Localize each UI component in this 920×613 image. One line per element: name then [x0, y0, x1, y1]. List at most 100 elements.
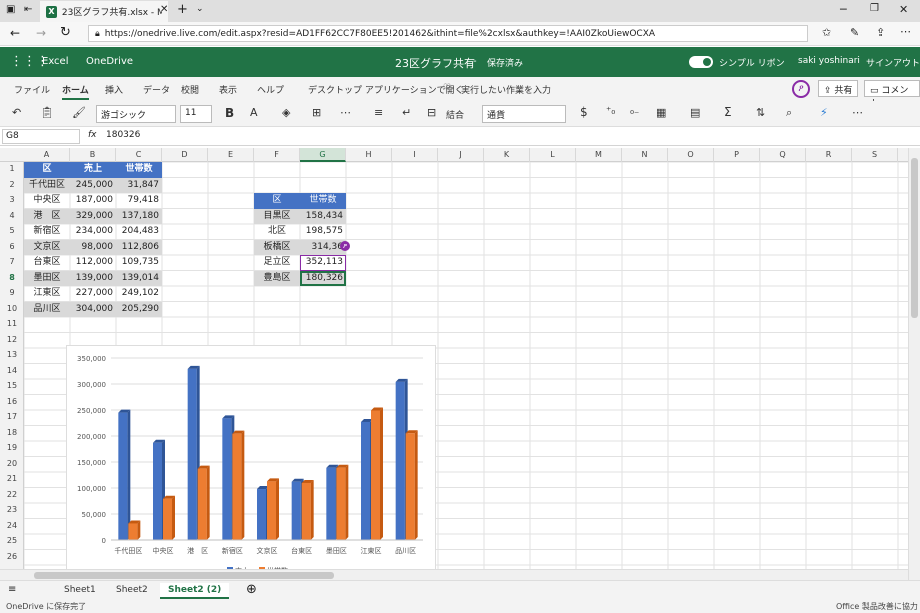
row-header[interactable]: 10 — [0, 304, 24, 313]
cell[interactable]: 205,290 — [116, 301, 162, 317]
cell[interactable]: 千代田区 — [24, 177, 70, 193]
sort-filter-icon[interactable]: ⇅ — [756, 106, 765, 119]
merge-icon[interactable]: ⊟ — [427, 106, 436, 119]
column-header[interactable]: L — [530, 148, 576, 162]
row-header[interactable]: 12 — [0, 335, 24, 344]
row-header[interactable]: 17 — [0, 412, 24, 421]
row-header[interactable]: 24 — [0, 521, 24, 530]
open-desktop-app[interactable]: デスクトップ アプリケーションで開く — [308, 83, 464, 96]
tab-data[interactable]: データ — [143, 83, 170, 96]
fill-color-icon[interactable]: ◈ — [282, 106, 290, 119]
ideas-icon[interactable]: ⚡︎ — [820, 106, 828, 119]
undo-icon[interactable]: ↶ — [12, 106, 21, 119]
currency-button[interactable]: $ — [580, 105, 588, 119]
cell[interactable]: 目黒区 — [254, 208, 300, 224]
row-header[interactable]: 8 — [0, 273, 24, 282]
column-header[interactable]: I — [392, 148, 438, 162]
cell[interactable]: 世帯数 — [300, 193, 346, 209]
cell[interactable]: 79,418 — [116, 193, 162, 209]
column-header[interactable]: G — [300, 148, 346, 162]
cell[interactable]: 187,000 — [70, 193, 116, 209]
column-header[interactable]: H — [346, 148, 392, 162]
column-header[interactable]: A — [24, 148, 70, 162]
add-sheet-icon[interactable]: ⊕ — [246, 582, 257, 597]
tab-list-chevron-icon[interactable]: ⌄ — [196, 4, 204, 14]
row-header[interactable]: 6 — [0, 242, 24, 251]
row-header[interactable]: 5 — [0, 226, 24, 235]
row-header[interactable]: 18 — [0, 428, 24, 437]
row-header[interactable]: 4 — [0, 211, 24, 220]
cell[interactable]: 港 区 — [24, 208, 70, 224]
cell[interactable]: 区 — [24, 162, 70, 178]
close-window-icon[interactable]: ✕ — [899, 3, 908, 16]
row-header[interactable]: 25 — [0, 536, 24, 545]
cell[interactable]: 304,000 — [70, 301, 116, 317]
cell[interactable]: 139,000 — [70, 270, 116, 286]
service-name[interactable]: OneDrive — [86, 56, 133, 67]
row-header[interactable]: 19 — [0, 443, 24, 452]
tab-actions-icon[interactable]: ▣ — [6, 4, 15, 15]
cell[interactable]: 売上 — [70, 162, 116, 178]
row-header[interactable]: 11 — [0, 319, 24, 328]
sheet-list-icon[interactable]: ≡ — [8, 584, 16, 595]
tab-insert[interactable]: 挿入 — [105, 83, 123, 96]
user-name[interactable]: saki yoshinari — [798, 56, 860, 66]
cell[interactable]: 世帯数 — [116, 162, 162, 178]
row-header[interactable]: 22 — [0, 490, 24, 499]
tell-me-search[interactable]: 実行したい作業を入力 — [461, 83, 551, 96]
cell[interactable]: 112,806 — [116, 239, 162, 255]
embedded-chart[interactable]: 0 50,000 100,000 150,000 200,000 250,000 300,0… — [66, 345, 436, 571]
tab-file[interactable]: ファイル — [14, 83, 50, 96]
cell[interactable]: 31,847 — [116, 177, 162, 193]
sheet-tab-3[interactable]: Sheet2 (2) — [160, 583, 230, 599]
paste-icon[interactable]: 📋︎ — [40, 106, 54, 119]
row-header[interactable]: 13 — [0, 350, 24, 359]
cell[interactable]: 台東区 — [24, 255, 70, 271]
cell[interactable]: 98,000 — [70, 239, 116, 255]
tab-view[interactable]: 表示 — [219, 83, 237, 96]
cell[interactable]: 墨田区 — [24, 270, 70, 286]
browser-tab[interactable]: X 23区グラフ共有.xlsx - Mic — [40, 1, 168, 22]
column-header[interactable]: S — [852, 148, 898, 162]
formula-input[interactable]: 180326 — [106, 130, 140, 140]
vertical-scrollbar[interactable] — [908, 148, 920, 580]
cell[interactable]: 豊島区 — [254, 270, 300, 286]
tab-home[interactable]: ホーム — [62, 83, 89, 100]
column-header[interactable]: P — [714, 148, 760, 162]
column-header[interactable]: Q — [760, 148, 806, 162]
horizontal-scroll-thumb[interactable] — [34, 572, 334, 579]
column-header[interactable]: J — [438, 148, 484, 162]
column-header[interactable]: O — [668, 148, 714, 162]
row-header[interactable]: 9 — [0, 288, 24, 297]
simple-ribbon-toggle[interactable] — [689, 56, 713, 68]
column-header[interactable]: F — [254, 148, 300, 162]
set-aside-icon[interactable]: ⇤ — [24, 4, 32, 15]
increase-decimal-icon[interactable]: ⁺₀ — [606, 106, 615, 117]
cell[interactable]: 新宿区 — [24, 224, 70, 240]
close-tab-icon[interactable]: ✕ — [160, 4, 168, 15]
cell[interactable]: 352,113 — [300, 255, 346, 271]
cell[interactable]: 文京区 — [24, 239, 70, 255]
cell[interactable]: 204,483 — [116, 224, 162, 240]
cell[interactable]: 198,575 — [300, 224, 346, 240]
sheet-tab-2[interactable]: Sheet2 — [108, 583, 156, 599]
refresh-icon[interactable]: ↻ — [60, 25, 71, 40]
cell[interactable]: 江東区 — [24, 286, 70, 302]
row-header[interactable]: 3 — [0, 195, 24, 204]
font-color-icon[interactable]: A — [250, 106, 258, 119]
tab-help[interactable]: ヘルプ — [257, 83, 284, 96]
row-header[interactable]: 2 — [0, 180, 24, 189]
tab-review[interactable]: 校閲 — [181, 83, 199, 96]
name-box[interactable]: G8 — [2, 129, 80, 144]
bold-button[interactable]: B — [225, 106, 234, 120]
conditional-format-icon[interactable]: ▦ — [656, 106, 666, 119]
cell[interactable]: 234,000 — [70, 224, 116, 240]
cell[interactable]: 245,000 — [70, 177, 116, 193]
row-header[interactable]: 14 — [0, 366, 24, 375]
column-header[interactable]: C — [116, 148, 162, 162]
row-header[interactable]: 26 — [0, 552, 24, 561]
decrease-decimal-icon[interactable]: ₀₋ — [630, 106, 639, 117]
column-header[interactable]: M — [576, 148, 622, 162]
cell[interactable]: 北区 — [254, 224, 300, 240]
pen-icon[interactable]: ✎ — [850, 26, 859, 39]
